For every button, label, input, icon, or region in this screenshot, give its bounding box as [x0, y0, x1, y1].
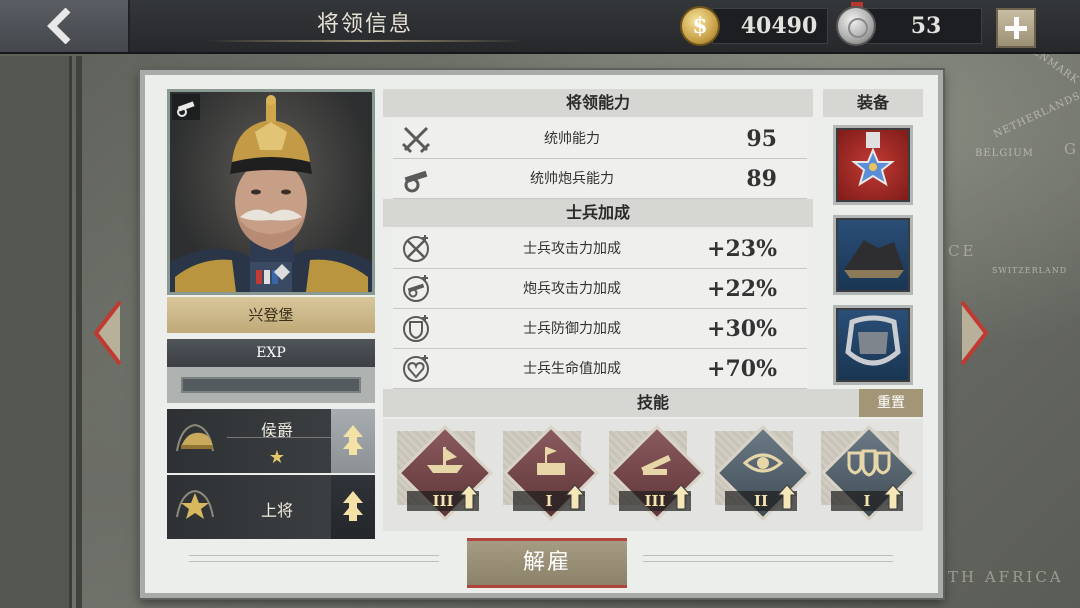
military-rank-row: 上将 — [167, 475, 375, 539]
ore-icon — [844, 240, 904, 278]
armor-icon — [845, 315, 901, 366]
bonus-value: +30% — [707, 316, 777, 342]
equipment-header: 装备 — [823, 89, 923, 117]
skill-upgrade-icon — [565, 484, 585, 510]
map-label: G — [1064, 140, 1079, 158]
skill-upgrade-icon — [459, 484, 479, 510]
bonus-value: +22% — [707, 276, 777, 302]
skills-area: III I III II I — [383, 419, 923, 531]
skills-header: 技能 — [383, 389, 923, 417]
noble-hat-icon — [176, 424, 214, 452]
bonus-name: 士兵攻击力加成 — [523, 241, 621, 257]
ships-icon — [427, 447, 463, 473]
skill-slot[interactable]: I — [820, 424, 921, 525]
general-portrait-image — [170, 95, 372, 292]
bonus-header: 士兵加成 — [383, 199, 813, 227]
next-general-arrow-icon[interactable] — [960, 300, 990, 366]
equipment-slot-armor[interactable] — [833, 305, 913, 385]
map-label: CE — [948, 242, 977, 260]
cannon-icon — [404, 170, 428, 193]
decorative-line-left — [189, 555, 439, 563]
cannon-plus-icon — [403, 275, 429, 302]
map-border-left-inner — [76, 56, 82, 608]
map-label: BELGIUM — [975, 148, 1034, 159]
exp-label: EXP — [167, 339, 375, 367]
ability-row: 统帅能力 95 — [393, 119, 807, 159]
top-bar: 将领信息 40490 $ 53 — [0, 0, 1080, 54]
exp-box: EXP — [167, 339, 375, 403]
skill-upgrade-icon — [883, 484, 903, 510]
page-title: 将领信息 — [316, 12, 413, 37]
bonus-value: +23% — [707, 236, 777, 262]
upgrade-title-button[interactable] — [331, 409, 375, 473]
medal-amount: 53 — [860, 8, 982, 44]
skill-slot[interactable]: I — [502, 424, 603, 525]
heart-plus-icon — [403, 355, 429, 382]
upgrade-arrow-icon — [343, 425, 363, 455]
general-name: 兴登堡 — [167, 297, 375, 333]
skill-slot[interactable]: III — [396, 424, 497, 525]
fortress-icon — [537, 447, 565, 475]
artillery-icon — [641, 454, 671, 475]
chevron-left-icon — [47, 8, 71, 44]
skill-upgrade-icon — [777, 484, 797, 510]
previous-general-arrow-icon[interactable] — [92, 300, 122, 366]
gold-amount: 40490 — [712, 8, 828, 44]
noble-title-row: 侯爵 ★ — [167, 409, 375, 473]
upgrade-rank-button[interactable] — [331, 475, 375, 539]
map-border-left — [0, 56, 72, 608]
bonus-value: +70% — [707, 356, 777, 382]
reset-skills-button[interactable]: 重置 — [859, 389, 923, 417]
artillery-type-icon — [172, 94, 200, 120]
bonus-row: 士兵生命值加成 +70% — [393, 349, 807, 389]
gold-coin-icon: $ — [680, 6, 720, 46]
add-currency-button[interactable] — [996, 8, 1036, 48]
map-label: SWITZERLAND — [992, 266, 1068, 275]
bonus-name: 炮兵攻击力加成 — [523, 281, 621, 297]
ability-name: 统帅能力 — [544, 131, 600, 147]
ability-value: 95 — [746, 126, 777, 152]
equipment-slot-resource[interactable] — [833, 215, 913, 295]
rank-insignia-icon — [176, 490, 214, 519]
medal-icon — [851, 132, 895, 187]
ability-name: 统帅炮兵能力 — [530, 171, 614, 187]
general-portrait — [167, 89, 375, 295]
shields-icon — [847, 449, 891, 477]
bonus-row: 士兵防御力加成 +30% — [393, 309, 807, 349]
general-info-panel: 兴登堡 EXP 侯爵 ★ 上将 将领能力 统帅能力 95 统帅炮兵能力 89 士… — [140, 70, 943, 598]
exp-progress-bar — [181, 377, 361, 393]
skill-slot[interactable]: III — [608, 424, 709, 525]
noble-title-stars: ★ — [268, 447, 286, 468]
ability-header: 将领能力 — [383, 89, 813, 117]
back-button[interactable] — [0, 0, 130, 52]
skill-upgrade-icon — [671, 484, 691, 510]
bonus-name: 士兵生命值加成 — [523, 361, 621, 377]
map-label: TH AFRICA — [948, 568, 1064, 586]
ability-value: 89 — [746, 166, 777, 192]
skill-slot[interactable]: II — [714, 424, 815, 525]
military-rank-label: 上将 — [260, 501, 293, 520]
bonus-row: 炮兵攻击力加成 +22% — [393, 269, 807, 309]
upgrade-arrow-icon — [343, 491, 363, 521]
sword-plus-icon — [403, 235, 429, 262]
decorative-line-right — [643, 555, 893, 563]
title-underline — [205, 40, 525, 42]
shield-plus-icon — [403, 315, 429, 342]
rank-divider — [227, 437, 331, 438]
eye-icon — [742, 453, 784, 473]
bonus-name: 士兵防御力加成 — [523, 321, 621, 337]
silver-medal-icon — [836, 6, 876, 46]
bonus-row: 士兵攻击力加成 +23% — [393, 229, 807, 269]
dismiss-button[interactable]: 解雇 — [467, 538, 627, 588]
ability-row: 统帅炮兵能力 89 — [393, 159, 807, 199]
crossed-swords-icon — [401, 126, 431, 154]
equipment-slot-medal[interactable] — [833, 125, 913, 205]
